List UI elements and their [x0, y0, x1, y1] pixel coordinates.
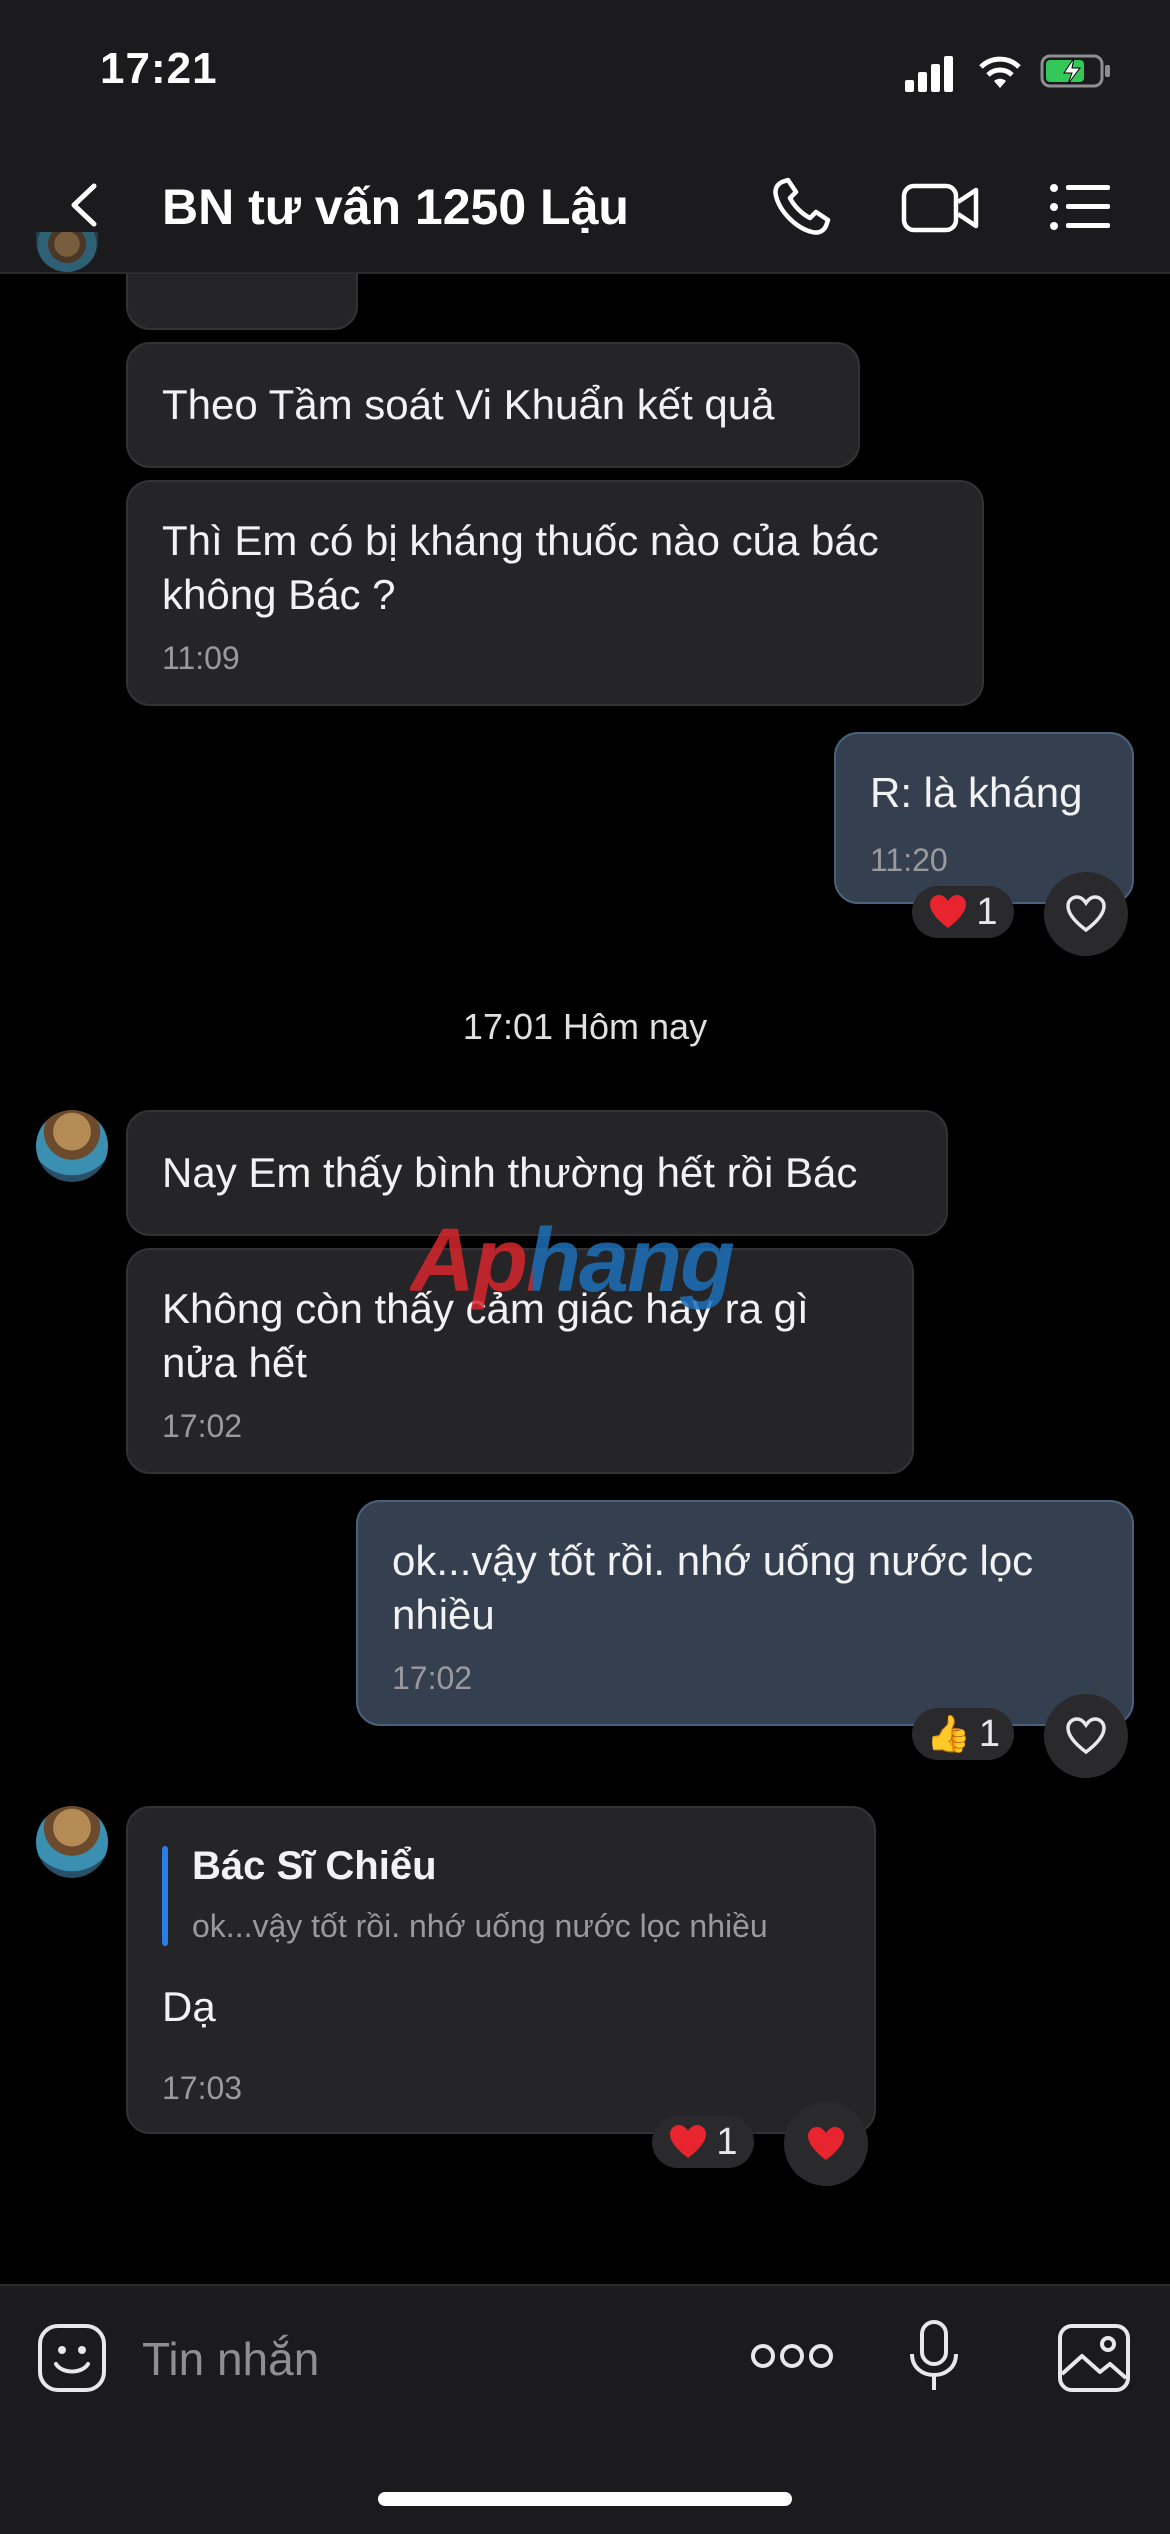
microphone-icon[interactable] — [904, 2318, 964, 2394]
reply-preview: ok...vậy tốt rồi. nhớ uống nước lọc nhiề… — [192, 1908, 768, 1944]
message-bubble[interactable]: Theo Tầm soát Vi Khuẩn kết quả — [126, 342, 860, 468]
heart-outline-icon — [1066, 895, 1106, 933]
wifi-icon — [979, 56, 1021, 88]
chat-title: BN tư vấn 1250 Lậu — [162, 179, 629, 235]
reaction-count: 1 — [978, 1712, 1000, 1755]
thumbs-up-icon: 👍 — [926, 1713, 971, 1754]
react-button[interactable] — [1044, 872, 1128, 956]
message-bubble-reply[interactable]: Bác Sĩ Chiểu ok...vậy tốt rồi. nhớ uống … — [126, 1806, 876, 2134]
message-input[interactable]: Tin nhắn — [142, 2332, 319, 2386]
home-indicator[interactable] — [378, 2492, 792, 2506]
reaction-count: 1 — [716, 2120, 738, 2163]
back-arrow-icon[interactable] — [62, 180, 112, 230]
image-gallery-icon[interactable] — [1056, 2322, 1132, 2394]
contact-avatar[interactable] — [36, 1806, 108, 1878]
cellular-signal-icon — [905, 52, 955, 92]
heart-icon — [808, 2127, 844, 2160]
video-call-icon[interactable] — [900, 174, 980, 240]
battery-charging-icon — [1040, 54, 1110, 88]
more-options-icon[interactable] — [750, 2338, 834, 2374]
contact-avatar[interactable] — [36, 1110, 108, 1182]
message-bubble-outgoing[interactable]: ok...vậy tốt rồi. nhớ uống nước lọc nhiề… — [356, 1500, 1134, 1726]
heart-icon — [670, 2125, 707, 2158]
watermark-logo: Aphang — [410, 1211, 735, 1311]
reaction-summary[interactable]: 1 — [652, 2116, 754, 2168]
status-time: 17:21 — [100, 44, 218, 93]
date-divider: 17:01 Hôm nay — [462, 1006, 708, 1047]
phone-call-icon[interactable] — [768, 174, 838, 240]
reply-quote-bar — [162, 1846, 168, 1946]
react-button-active[interactable] — [784, 2102, 868, 2186]
reaction-summary[interactable]: 👍 1 — [912, 1708, 1014, 1760]
reaction-count: 1 — [976, 890, 998, 933]
heart-icon — [930, 895, 967, 928]
heart-outline-icon — [1066, 1717, 1106, 1755]
menu-list-icon[interactable] — [1046, 174, 1116, 240]
react-button[interactable] — [1044, 1694, 1128, 1778]
sticker-emoji-icon[interactable] — [36, 2322, 108, 2394]
reaction-summary[interactable]: 1 — [912, 886, 1014, 938]
reply-author: Bác Sĩ Chiểu — [192, 1844, 437, 1888]
message-bubble[interactable]: Thì Em có bị kháng thuốc nào của bác khô… — [126, 480, 984, 706]
